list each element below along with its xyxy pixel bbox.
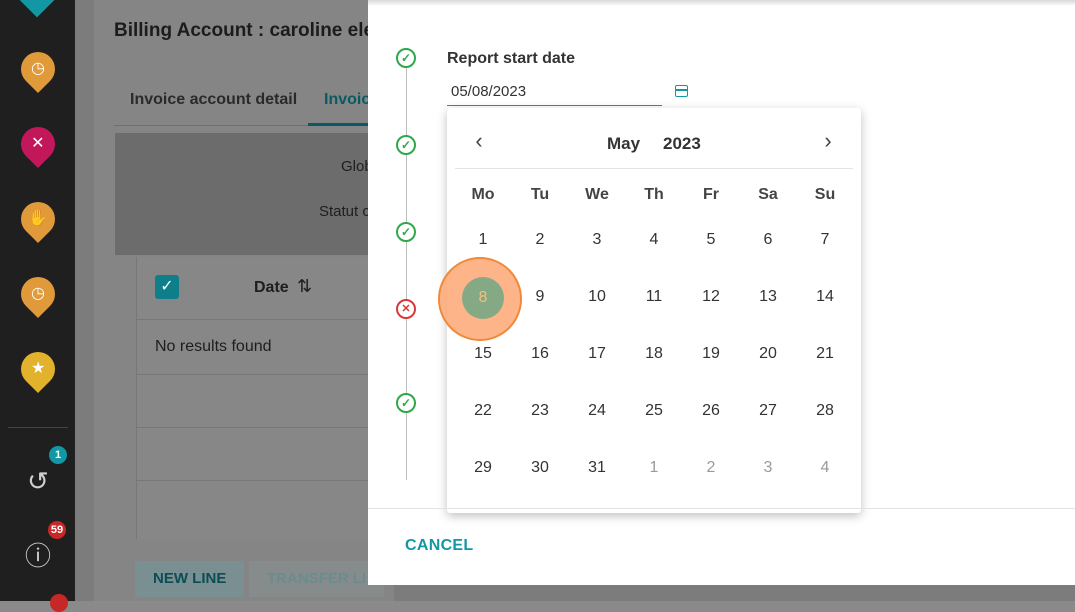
date-column-header[interactable]: Date [254,279,289,297]
calendar-day[interactable]: 11 [632,275,676,319]
clock-pin-icon[interactable]: ◷ [13,269,63,319]
info-badge: 59 [48,521,66,539]
calendar-year[interactable]: 2023 [663,134,701,154]
history-icon[interactable]: ↺ [22,465,54,497]
calendar-icon[interactable] [673,82,691,100]
calendar-month[interactable]: May [607,134,640,154]
calendar-divider [455,168,853,169]
step-ok-icon: ✓ [396,48,416,68]
new-line-button[interactable]: NEW LINE [135,561,245,597]
weekday-header: We [585,186,609,203]
page-title: Billing Account : caroline ele [114,20,375,41]
modal-top-edge [368,0,1075,6]
table-row-divider [136,427,376,428]
calendar-day[interactable]: 23 [518,389,562,433]
calendar-day[interactable]: 6 [746,218,790,262]
step-ok-icon: ✓ [396,393,416,413]
calendar-day[interactable]: 17 [575,332,619,376]
calendar-day[interactable]: 21 [803,332,847,376]
stepper-line [406,66,407,480]
calendar-day[interactable]: 26 [689,389,733,433]
calendar-day[interactable]: 22 [461,389,505,433]
calendar-day[interactable]: 29 [461,446,505,490]
calendar-day[interactable]: 18 [632,332,676,376]
table-header-divider [136,319,376,320]
weekday-header: Fr [703,186,719,203]
weekday-header: Mo [471,186,495,203]
next-month-button[interactable]: › [816,130,840,154]
weekday-header: Su [814,186,836,203]
active-pin-marker [18,0,56,18]
notification-badge-partial [50,594,68,612]
weekday-header: Tu [530,186,550,203]
calendar-day[interactable]: 30 [518,446,562,490]
calendar-day[interactable]: 4 [632,218,676,262]
calendar-day[interactable]: 25 [632,389,676,433]
step-ok-icon: ✓ [396,135,416,155]
step-error-icon: ✕ [396,299,416,319]
tab-invoice[interactable]: Invoic [324,91,370,109]
calendar-day-next-month[interactable]: 3 [746,446,790,490]
filter-label-status: Statut c [319,203,370,220]
sort-icon[interactable]: ⇅ [297,276,312,297]
modal-footer-divider [368,508,1075,509]
table-row-divider [136,374,376,375]
sidebar: ◷ ✕ ✋ ◷ ★ ↺ 1 ⓘ 59 [0,0,75,612]
calendar-day-next-month[interactable]: 1 [632,446,676,490]
calendar-day[interactable]: 13 [746,275,790,319]
cutlery-pin-icon[interactable]: ✕ [13,119,63,169]
calendar-day[interactable]: 19 [689,332,733,376]
calendar-day[interactable]: 12 [689,275,733,319]
calendar-day-next-month[interactable]: 2 [689,446,733,490]
calendar-day[interactable]: 27 [746,389,790,433]
star-pin-icon[interactable]: ★ [13,344,63,394]
calendar-day[interactable]: 16 [518,332,562,376]
calendar-day[interactable]: 24 [575,389,619,433]
clock-pin-icon[interactable]: ◷ [13,44,63,94]
calendar-day-selected[interactable]: 8 [462,277,504,319]
calendar-day[interactable]: 5 [689,218,733,262]
step-ok-icon: ✓ [396,222,416,242]
table-row-divider [136,480,376,481]
weekday-header: Sa [758,186,778,203]
calendar-day[interactable]: 2 [518,218,562,262]
calendar-day[interactable]: 31 [575,446,619,490]
weekday-header: Th [644,186,664,203]
sidebar-divider [8,427,68,428]
cancel-button[interactable]: CANCEL [395,529,483,563]
calendar-day[interactable]: 3 [575,218,619,262]
info-icon[interactable]: ⓘ [22,540,54,572]
select-all-checkbox[interactable]: ✓ [155,275,179,299]
empty-table-message: No results found [155,338,272,355]
calendar-day[interactable]: 20 [746,332,790,376]
report-start-date-input[interactable] [447,78,662,106]
filter-box [115,133,375,255]
hand-pin-icon[interactable]: ✋ [13,194,63,244]
calendar-day[interactable]: 28 [803,389,847,433]
active-tab-underline [308,123,368,126]
prev-month-button[interactable]: ‹ [467,130,491,154]
calendar-day[interactable]: 10 [575,275,619,319]
tab-invoice-account-detail[interactable]: Invoice account detail [130,91,297,109]
transfer-line-button[interactable]: TRANSFER LI [249,561,385,597]
calendar-day-next-month[interactable]: 4 [803,446,847,490]
calendar-day[interactable]: 7 [803,218,847,262]
calendar-day[interactable]: 14 [803,275,847,319]
calendar-day[interactable]: 9 [518,275,562,319]
history-badge: 1 [49,446,67,464]
calendar-day[interactable]: 1 [461,218,505,262]
report-start-date-label: Report start date [447,50,576,67]
invoice-table [136,257,377,539]
